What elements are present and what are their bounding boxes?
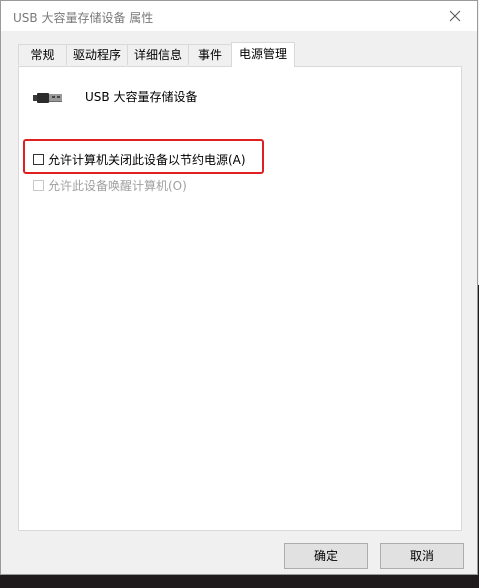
allow-wake-option: 允许此设备唤醒计算机(O) <box>33 177 187 193</box>
allow-power-off-option[interactable]: 允许计算机关闭此设备以节约电源(A) <box>33 151 246 167</box>
tab-general[interactable]: 常规 <box>18 44 67 65</box>
tab-driver[interactable]: 驱动程序 <box>66 44 128 65</box>
close-icon <box>449 10 461 22</box>
allow-wake-checkbox <box>33 179 44 191</box>
usb-plug-icon <box>33 93 62 103</box>
allow-power-off-checkbox[interactable] <box>33 153 44 165</box>
device-name: USB 大容量存储设备 <box>85 90 198 104</box>
tab-details[interactable]: 详细信息 <box>127 44 189 65</box>
window-title: USB 大容量存储设备 属性 <box>13 11 154 25</box>
close-button[interactable] <box>433 1 477 31</box>
allow-power-off-label: 允许计算机关闭此设备以节约电源(A) <box>48 152 246 167</box>
allow-wake-label: 允许此设备唤醒计算机(O) <box>48 178 187 193</box>
title-bar: USB 大容量存储设备 属性 <box>1 1 477 31</box>
ok-button[interactable]: 确定 <box>284 543 368 569</box>
properties-dialog: USB 大容量存储设备 属性 常规 驱动程序 详细信息 事件 电源管理 USB … <box>0 0 478 575</box>
tab-power-management[interactable]: 电源管理 <box>231 42 295 67</box>
cancel-button[interactable]: 取消 <box>380 543 464 569</box>
power-management-panel: USB 大容量存储设备 允许计算机关闭此设备以节约电源(A) 允许此设备唤醒计算… <box>18 66 462 531</box>
tab-events[interactable]: 事件 <box>188 44 232 65</box>
